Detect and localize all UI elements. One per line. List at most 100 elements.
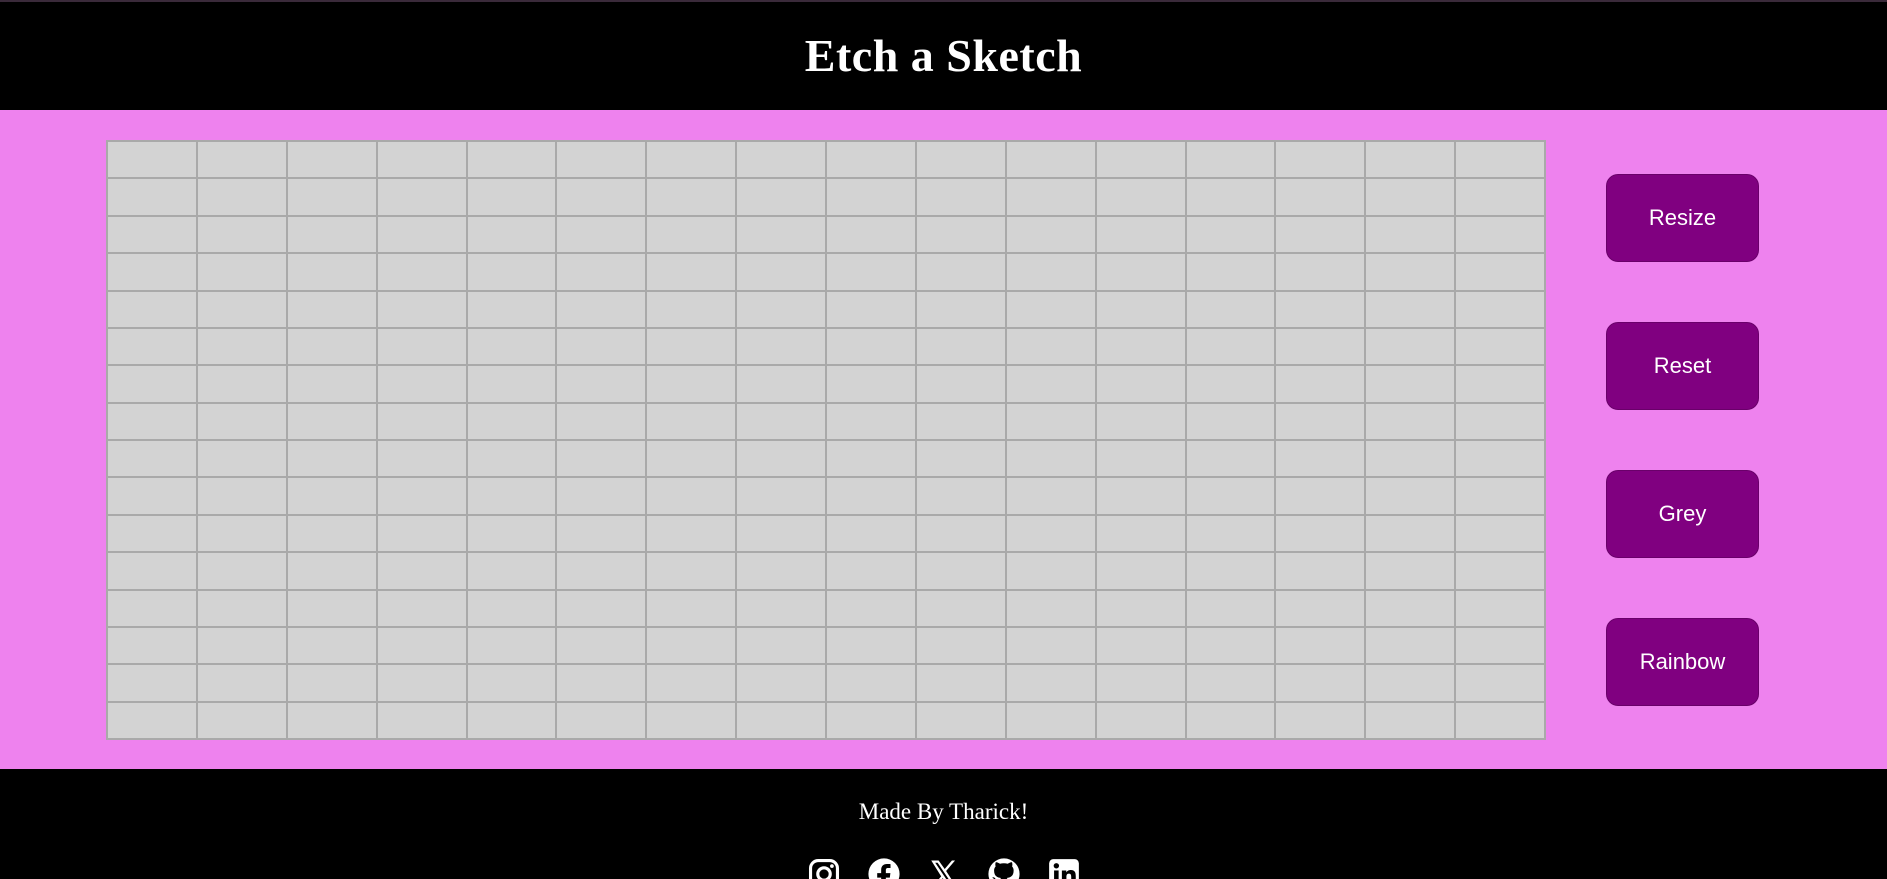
grid-cell[interactable] bbox=[1455, 215, 1545, 254]
grid-cell[interactable] bbox=[1005, 626, 1096, 665]
grid-cell[interactable] bbox=[1005, 178, 1096, 216]
grid-cell[interactable] bbox=[196, 440, 287, 478]
grid-cell[interactable] bbox=[107, 477, 197, 515]
grid-cell[interactable] bbox=[286, 178, 377, 216]
grid-cell[interactable] bbox=[1005, 477, 1096, 515]
grid-cell[interactable] bbox=[196, 253, 287, 291]
grid-cell[interactable] bbox=[196, 141, 287, 179]
grid-cell[interactable] bbox=[826, 290, 916, 328]
grid-cell[interactable] bbox=[1455, 253, 1545, 291]
grid-cell[interactable] bbox=[736, 141, 826, 179]
grid-cell[interactable] bbox=[466, 701, 557, 739]
grid-cell[interactable] bbox=[466, 402, 557, 440]
grid-cell[interactable] bbox=[646, 365, 737, 403]
grid-cell[interactable] bbox=[826, 178, 916, 216]
grid-cell[interactable] bbox=[466, 552, 557, 590]
grid-cell[interactable] bbox=[826, 514, 916, 553]
grid-cell[interactable] bbox=[107, 178, 197, 216]
grid-cell[interactable] bbox=[646, 402, 737, 440]
grid-cell[interactable] bbox=[1455, 477, 1545, 515]
grid-cell[interactable] bbox=[736, 701, 826, 739]
grid-cell[interactable] bbox=[915, 477, 1006, 515]
grid-cell[interactable] bbox=[1275, 290, 1366, 328]
grid-cell[interactable] bbox=[1365, 141, 1456, 179]
grid-cell[interactable] bbox=[466, 514, 557, 553]
grid-cell[interactable] bbox=[1185, 402, 1276, 440]
grid-cell[interactable] bbox=[1185, 552, 1276, 590]
grid-cell[interactable] bbox=[736, 215, 826, 254]
grid-cell[interactable] bbox=[1005, 402, 1096, 440]
grid-cell[interactable] bbox=[1275, 327, 1366, 366]
grid-cell[interactable] bbox=[1005, 440, 1096, 478]
grid-cell[interactable] bbox=[107, 626, 197, 665]
grid-cell[interactable] bbox=[1185, 141, 1276, 179]
grid-cell[interactable] bbox=[1095, 253, 1186, 291]
grid-cell[interactable] bbox=[466, 178, 557, 216]
grid-cell[interactable] bbox=[1095, 402, 1186, 440]
grid-cell[interactable] bbox=[1455, 664, 1545, 702]
grid-cell[interactable] bbox=[736, 589, 826, 627]
grid-cell[interactable] bbox=[286, 589, 377, 627]
grid-cell[interactable] bbox=[1185, 215, 1276, 254]
grid-cell[interactable] bbox=[646, 327, 737, 366]
grid-cell[interactable] bbox=[1365, 477, 1456, 515]
grid-cell[interactable] bbox=[466, 440, 557, 478]
grid-cell[interactable] bbox=[466, 365, 557, 403]
grid-cell[interactable] bbox=[1365, 327, 1456, 366]
grid-cell[interactable] bbox=[1275, 514, 1366, 553]
grid-cell[interactable] bbox=[1185, 589, 1276, 627]
grid-cell[interactable] bbox=[1005, 215, 1096, 254]
grid-cell[interactable] bbox=[915, 626, 1006, 665]
grid-cell[interactable] bbox=[107, 290, 197, 328]
grid-cell[interactable] bbox=[1185, 440, 1276, 478]
grid-cell[interactable] bbox=[1275, 477, 1366, 515]
grid-cell[interactable] bbox=[1095, 290, 1186, 328]
grid-cell[interactable] bbox=[915, 589, 1006, 627]
grid-cell[interactable] bbox=[915, 327, 1006, 366]
grid-cell[interactable] bbox=[107, 402, 197, 440]
grid-cell[interactable] bbox=[826, 365, 916, 403]
grid-cell[interactable] bbox=[286, 365, 377, 403]
grid-cell[interactable] bbox=[286, 440, 377, 478]
grid-cell[interactable] bbox=[915, 290, 1006, 328]
grid-cell[interactable] bbox=[286, 290, 377, 328]
grid-cell[interactable] bbox=[1095, 477, 1186, 515]
grid-cell[interactable] bbox=[1455, 589, 1545, 627]
grid-cell[interactable] bbox=[196, 327, 287, 366]
grid-cell[interactable] bbox=[826, 701, 916, 739]
grid-cell[interactable] bbox=[556, 552, 647, 590]
grid-cell[interactable] bbox=[1095, 664, 1186, 702]
grid-cell[interactable] bbox=[1365, 365, 1456, 403]
grid-cell[interactable] bbox=[646, 477, 737, 515]
grid-cell[interactable] bbox=[1005, 327, 1096, 366]
grid-cell[interactable] bbox=[196, 178, 287, 216]
grid-cell[interactable] bbox=[466, 253, 557, 291]
grid-cell[interactable] bbox=[1005, 589, 1096, 627]
grid-cell[interactable] bbox=[1455, 514, 1545, 553]
grid-cell[interactable] bbox=[286, 626, 377, 665]
grid-cell[interactable] bbox=[556, 253, 647, 291]
grid-cell[interactable] bbox=[556, 402, 647, 440]
grid-cell[interactable] bbox=[1275, 253, 1366, 291]
grid-cell[interactable] bbox=[1005, 664, 1096, 702]
grid-cell[interactable] bbox=[915, 402, 1006, 440]
resize-button[interactable]: Resize bbox=[1606, 174, 1759, 262]
rainbow-button[interactable]: Rainbow bbox=[1606, 618, 1759, 706]
grid-cell[interactable] bbox=[466, 477, 557, 515]
grid-cell[interactable] bbox=[1185, 514, 1276, 553]
grid-cell[interactable] bbox=[736, 365, 826, 403]
grid-cell[interactable] bbox=[826, 215, 916, 254]
grid-cell[interactable] bbox=[736, 402, 826, 440]
grid-cell[interactable] bbox=[1455, 290, 1545, 328]
grid-cell[interactable] bbox=[286, 215, 377, 254]
grid-cell[interactable] bbox=[556, 440, 647, 478]
grid-cell[interactable] bbox=[196, 514, 287, 553]
grid-cell[interactable] bbox=[736, 664, 826, 702]
grid-cell[interactable] bbox=[1275, 215, 1366, 254]
grid-cell[interactable] bbox=[376, 589, 467, 627]
grid-cell[interactable] bbox=[736, 477, 826, 515]
grid-cell[interactable] bbox=[376, 253, 467, 291]
grid-cell[interactable] bbox=[1455, 701, 1545, 739]
grid-cell[interactable] bbox=[1005, 701, 1096, 739]
grid-cell[interactable] bbox=[1185, 178, 1276, 216]
